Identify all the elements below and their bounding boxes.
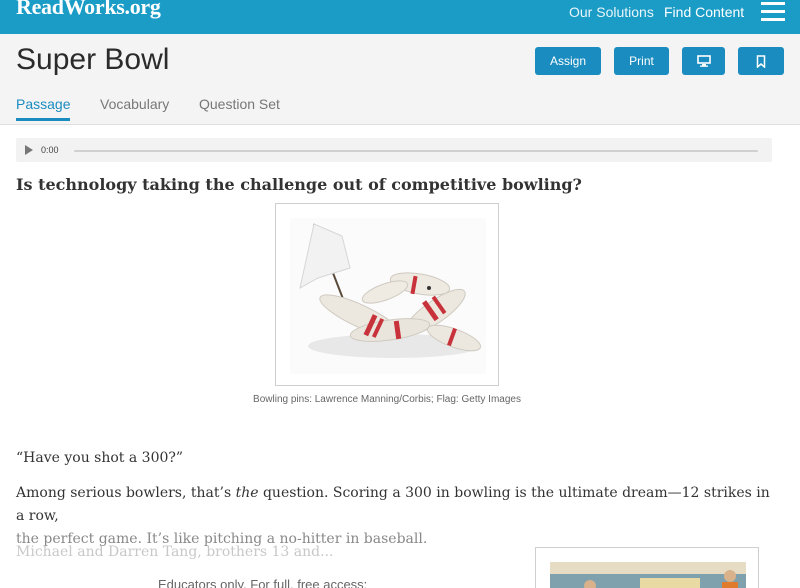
article-headline: Is technology taking the challenge out o…	[16, 175, 582, 194]
tab-vocabulary[interactable]: Vocabulary	[100, 96, 169, 112]
educator-notice: Educators only. For full, free access:	[158, 577, 368, 588]
readworks-logo[interactable]: ReadWorks.org	[16, 0, 161, 20]
figure-caption: Bowling pins: Lawrence Manning/Corbis; F…	[253, 394, 521, 405]
nav-find-content[interactable]: Find Content	[664, 4, 744, 20]
passage-header: Super Bowl Assign Print Passage Vocabula…	[0, 34, 800, 125]
present-button[interactable]	[682, 47, 725, 75]
bookmark-button[interactable]	[738, 47, 784, 75]
monitor-icon	[696, 55, 711, 67]
classroom-photo	[550, 562, 746, 588]
article-quote: “Have you shot a 300?”	[16, 450, 184, 466]
secondary-figure	[535, 547, 759, 588]
tab-question-set[interactable]: Question Set	[199, 96, 280, 112]
article-figure	[275, 203, 499, 386]
page-title: Super Bowl	[16, 43, 170, 76]
bookmark-icon	[756, 54, 766, 68]
play-icon[interactable]	[25, 145, 33, 155]
emphasis-text: the	[235, 485, 259, 501]
assign-button[interactable]: Assign	[535, 47, 601, 75]
audio-player: 0:00	[16, 138, 772, 162]
bowling-pins-image	[290, 218, 486, 374]
audio-time: 0:00	[41, 145, 59, 155]
faded-preview-text: Michael and Darren Tang, brothers 13 and…	[16, 544, 334, 560]
print-button[interactable]: Print	[614, 47, 669, 75]
tab-passage[interactable]: Passage	[16, 96, 71, 121]
nav-our-solutions[interactable]: Our Solutions	[569, 4, 654, 20]
top-navbar: ReadWorks.org Our Solutions Find Content	[0, 0, 800, 34]
hamburger-menu-icon[interactable]	[761, 2, 785, 22]
audio-progress-track[interactable]	[74, 150, 758, 152]
